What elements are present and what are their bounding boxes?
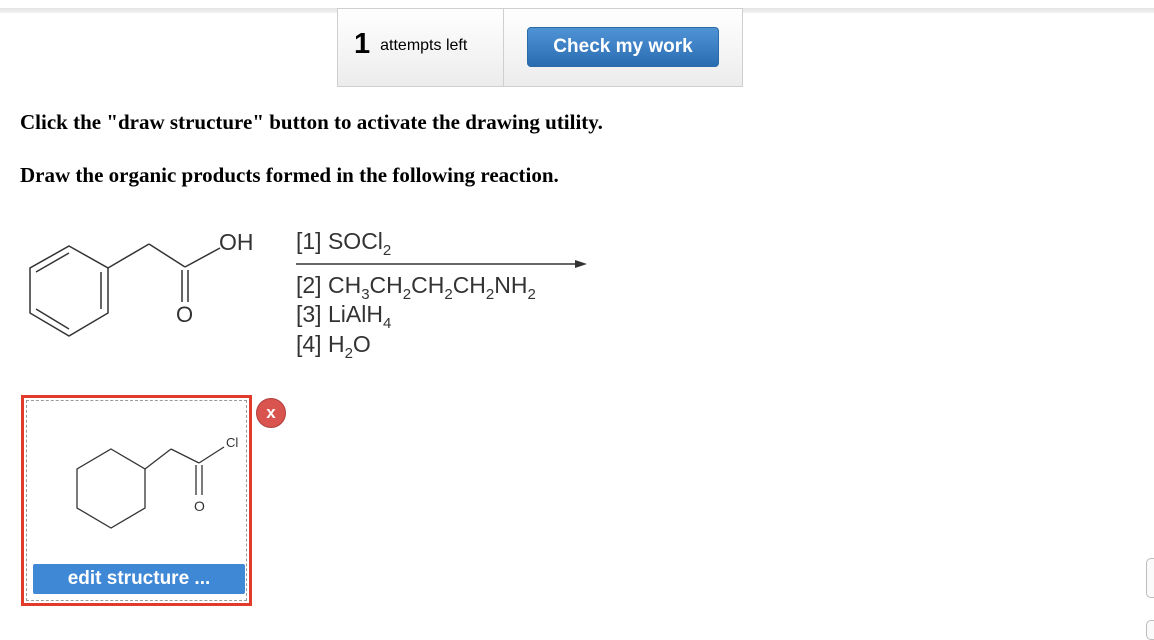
condition-step-3: [3] LiAlH4 [296, 301, 391, 332]
condition-step-2: [2] CH3CH2CH2CH2NH2 [296, 272, 536, 303]
reactant-oh-label: OH [219, 229, 254, 255]
reactant-o-label: O [176, 302, 193, 327]
scroll-handle[interactable] [1146, 558, 1154, 598]
check-cell: Check my work [504, 9, 742, 86]
cyclohexane-ring [76, 448, 146, 529]
attempt-toolbar: 1 attempts left Check my work [337, 8, 743, 87]
attempts-label: attempts left [380, 36, 468, 54]
check-my-work-button[interactable]: Check my work [527, 26, 719, 67]
attempts-count: 1 [354, 28, 371, 60]
condition-step-1: [1] SOCl2 [296, 228, 391, 259]
answer-structure-box[interactable]: Cl O edit structure ... [21, 395, 252, 606]
remove-answer-button[interactable]: x [256, 398, 286, 428]
reaction-arrowhead [575, 260, 587, 268]
attempts-indicator: 1 attempts left [338, 9, 504, 86]
scroll-handle-lower[interactable] [1146, 620, 1154, 640]
answer-cl-label: Cl [226, 435, 238, 450]
benzene-ring [29, 245, 109, 337]
edit-structure-button[interactable]: edit structure ... [33, 564, 245, 594]
reaction-scheme: OH O [1] SOCl2 [2] CH3CH2CH2CH2NH2 [3] L… [29, 228, 587, 362]
instruction-draw-structure: Click the "draw structure" button to act… [20, 110, 603, 134]
close-icon: x [266, 403, 276, 422]
answer-o-label: O [194, 498, 205, 514]
condition-step-4: [4] H2O [296, 331, 371, 362]
instruction-draw-products: Draw the organic products formed in the … [20, 163, 559, 187]
